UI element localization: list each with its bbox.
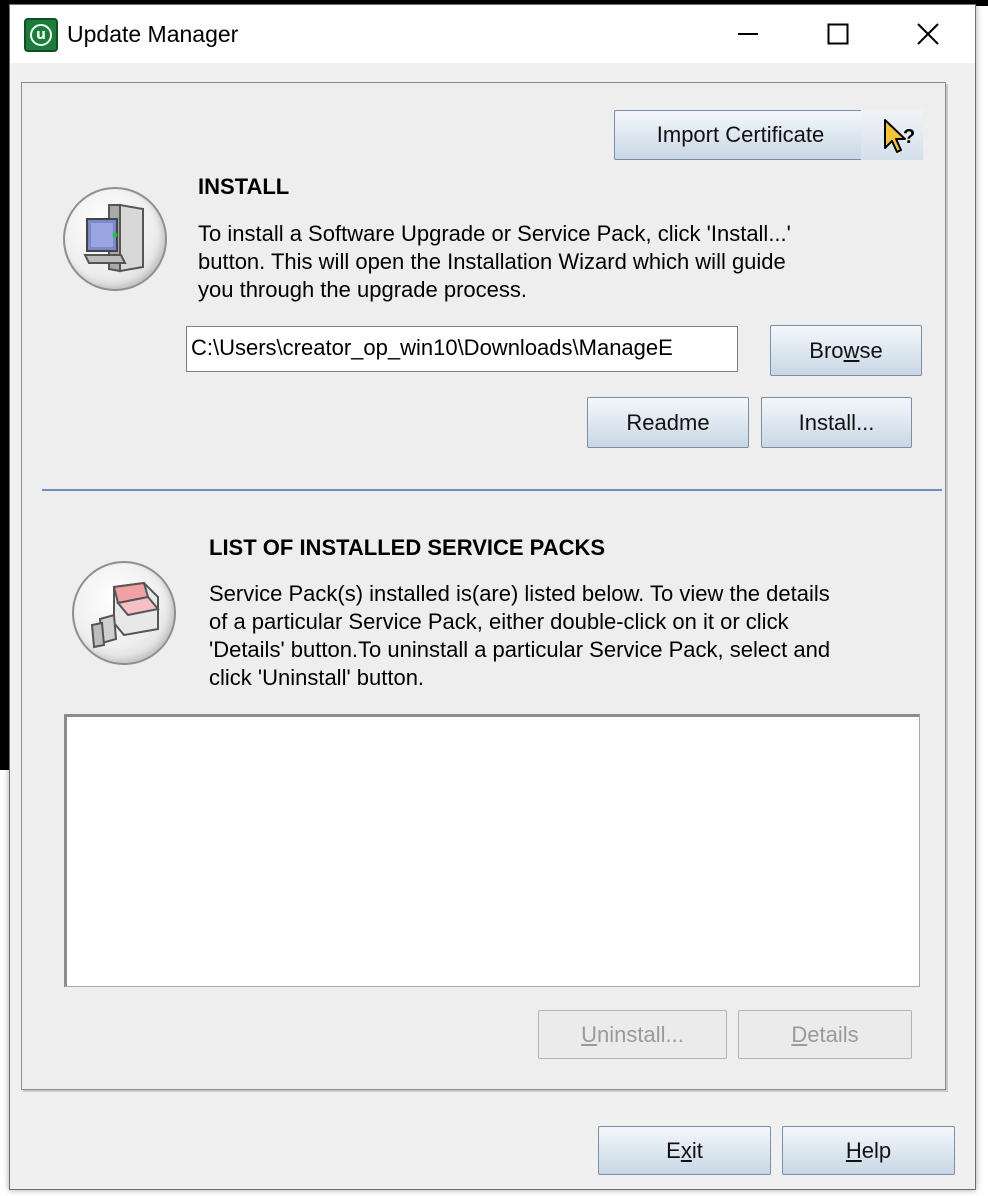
background-window-edge xyxy=(0,0,9,770)
install-description: To install a Software Upgrade or Service… xyxy=(198,221,791,302)
window-title: Update Manager xyxy=(67,21,239,47)
context-help-button[interactable]: ? xyxy=(861,110,923,160)
minimize-button[interactable] xyxy=(703,5,793,63)
install-heading: INSTALL xyxy=(198,174,290,199)
exit-button[interactable]: Exit xyxy=(598,1126,771,1175)
background-window-area xyxy=(0,770,9,1196)
maximize-icon xyxy=(827,23,849,45)
details-button[interactable]: Details xyxy=(738,1010,912,1059)
install-button[interactable]: Install... xyxy=(761,397,912,448)
uninstall-button[interactable]: Uninstall... xyxy=(538,1010,727,1059)
installed-service-packs-list[interactable] xyxy=(64,714,920,987)
close-button[interactable] xyxy=(883,5,973,63)
install-file-path-input[interactable]: C:\Users\creator_op_win10\Downloads\Mana… xyxy=(186,326,738,372)
section-separator xyxy=(42,489,942,491)
svg-text:?: ? xyxy=(903,126,915,148)
service-pack-icon xyxy=(90,581,160,649)
background-window-area xyxy=(976,60,988,1196)
computer-icon xyxy=(83,203,144,273)
service-packs-heading: LIST OF INSTALLED SERVICE PACKS xyxy=(209,535,606,560)
import-certificate-button[interactable]: Import Certificate xyxy=(614,110,867,160)
app-logo-icon: u xyxy=(24,18,58,52)
install-computer-icon-frame xyxy=(63,187,167,291)
service-packs-description: Service Pack(s) installed is(are) listed… xyxy=(209,581,831,690)
minimize-icon xyxy=(738,33,758,35)
title-bar[interactable]: u Update Manager xyxy=(10,5,975,63)
context-help-cursor-icon: ? xyxy=(884,119,915,153)
help-button[interactable]: Help xyxy=(782,1126,955,1175)
service-pack-icon-frame xyxy=(72,561,176,665)
readme-button[interactable]: Readme xyxy=(587,397,749,448)
maximize-button[interactable] xyxy=(793,5,883,63)
browse-button[interactable]: Browse xyxy=(770,325,922,376)
close-icon xyxy=(917,23,939,45)
